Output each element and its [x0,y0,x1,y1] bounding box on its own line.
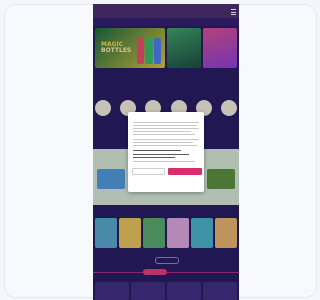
consent-text-line [133,161,195,162]
consent-text-line [133,122,199,123]
consent-text-bold [133,154,189,156]
consent-text-line [133,131,191,132]
consent-text-line [133,128,199,129]
consent-text-line [133,142,193,143]
consent-text-line [133,139,199,140]
cookie-consent-dialog [128,112,204,192]
consent-text-line [133,145,197,146]
reject-cookies-button[interactable] [132,168,165,175]
consent-text-line [133,134,195,135]
accept-cookies-button[interactable] [168,168,202,175]
consent-text-line [133,125,197,126]
consent-text-bold [133,150,181,152]
consent-text-bold [133,157,175,159]
